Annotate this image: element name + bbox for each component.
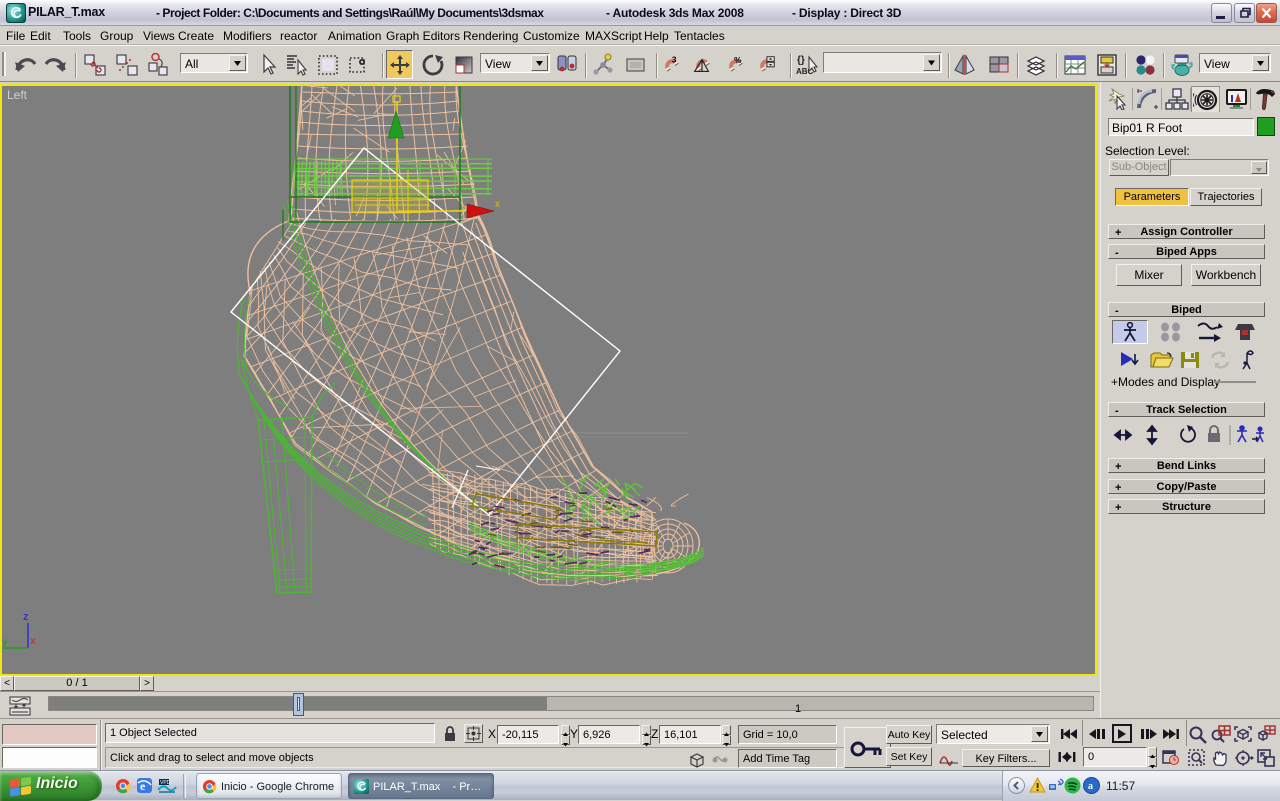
svg-text:x: x xyxy=(495,199,500,210)
svg-text:z: z xyxy=(23,611,29,623)
svg-text:{}: {} xyxy=(797,55,805,66)
svg-text:%: % xyxy=(734,56,742,65)
svg-text:VPD: VPD xyxy=(160,780,171,786)
svg-text:a: a xyxy=(1088,781,1093,792)
svg-text:x: x xyxy=(30,636,36,647)
svg-text:y: y xyxy=(2,637,8,648)
svg-text:3: 3 xyxy=(672,55,677,64)
